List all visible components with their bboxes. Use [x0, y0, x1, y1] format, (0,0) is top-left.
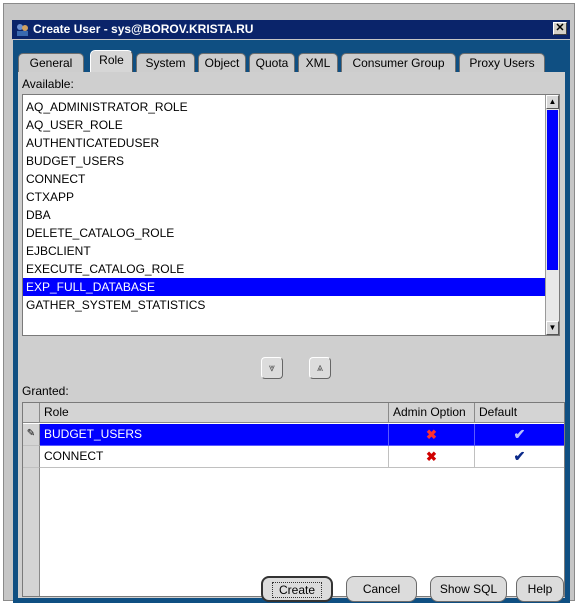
tab-proxy-users[interactable]: Proxy Users [459, 53, 545, 72]
role-panel: Available: AQ_ADMINISTRATOR_ROLE AQ_USER… [18, 72, 565, 598]
tab-object[interactable]: Object [198, 53, 246, 72]
tab-system[interactable]: System [136, 53, 195, 72]
column-header-default[interactable]: Default [475, 403, 564, 423]
list-item-selected[interactable]: EXP_FULL_DATABASE [23, 278, 547, 296]
list-item[interactable]: GATHER_SYSTEM_STATISTICS [23, 296, 547, 314]
list-item[interactable]: EJBCLIENT [23, 242, 547, 260]
row-header-column [23, 468, 40, 596]
column-header-role[interactable]: Role [40, 403, 389, 423]
list-item[interactable]: DBA [23, 206, 547, 224]
show-sql-button[interactable]: Show SQL [430, 576, 507, 602]
admin-option-x-icon[interactable]: ✖ [389, 446, 475, 468]
create-button[interactable]: Create [261, 576, 333, 602]
list-item[interactable]: AQ_ADMINISTRATOR_ROLE [23, 98, 547, 116]
move-up-button[interactable]: ⩓ [309, 357, 331, 379]
table-row[interactable]: CONNECT ✖ ✔ [23, 446, 564, 468]
default-check-icon[interactable]: ✔ [475, 424, 564, 446]
granted-roles-table[interactable]: Role Admin Option Default ✎ BUDGET_USERS… [22, 402, 565, 597]
granted-label: Granted: [22, 384, 69, 398]
tab-consumer-group[interactable]: Consumer Group [341, 53, 456, 72]
scroll-up-icon[interactable]: ▲ [546, 95, 559, 109]
tab-general[interactable]: General [18, 53, 84, 72]
available-label: Available: [22, 77, 74, 91]
tab-role[interactable]: Role [90, 50, 133, 73]
user-app-icon [15, 22, 30, 37]
row-header-corner [23, 403, 40, 423]
list-item[interactable]: DELETE_CATALOG_ROLE [23, 224, 547, 242]
available-roles-list[interactable]: AQ_ADMINISTRATOR_ROLE AQ_USER_ROLE AUTHE… [22, 94, 560, 336]
vertical-scrollbar[interactable]: ▲ ▼ [545, 95, 559, 335]
create-user-window: Create User - sys@BOROV.KRISTA.RU ✕ Gene… [3, 3, 575, 603]
column-header-admin-option[interactable]: Admin Option [389, 403, 475, 423]
admin-option-x-icon[interactable]: ✖ [389, 424, 475, 446]
tab-quota[interactable]: Quota [249, 53, 295, 72]
cancel-button[interactable]: Cancel [346, 576, 417, 602]
role-cell[interactable]: CONNECT [40, 446, 389, 468]
create-button-label: Create [271, 582, 323, 598]
close-icon[interactable]: ✕ [553, 22, 567, 35]
row-marker-icon: ✎ [23, 424, 40, 446]
move-down-button[interactable]: ⩔ [261, 357, 283, 379]
window-title: Create User - sys@BOROV.KRISTA.RU [33, 22, 254, 36]
help-button[interactable]: Help [516, 576, 564, 602]
list-item[interactable]: CTXAPP [23, 188, 547, 206]
list-item[interactable]: BUDGET_USERS [23, 152, 547, 170]
default-check-icon[interactable]: ✔ [475, 446, 564, 468]
list-item[interactable]: EXECUTE_CATALOG_ROLE [23, 260, 547, 278]
scroll-down-icon[interactable]: ▼ [546, 321, 559, 335]
scroll-thumb[interactable] [547, 110, 558, 270]
table-row[interactable]: ✎ BUDGET_USERS ✖ ✔ [23, 424, 564, 446]
role-cell[interactable]: BUDGET_USERS [40, 424, 389, 446]
list-item[interactable]: AQ_USER_ROLE [23, 116, 547, 134]
tab-xml[interactable]: XML [298, 53, 338, 72]
list-item[interactable]: CONNECT [23, 170, 547, 188]
list-item[interactable]: AUTHENTICATEDUSER [23, 134, 547, 152]
row-header [23, 446, 40, 468]
title-bar[interactable]: Create User - sys@BOROV.KRISTA.RU ✕ [12, 20, 570, 39]
dialog-content: General Role System Object Quota XML Con… [13, 40, 570, 603]
